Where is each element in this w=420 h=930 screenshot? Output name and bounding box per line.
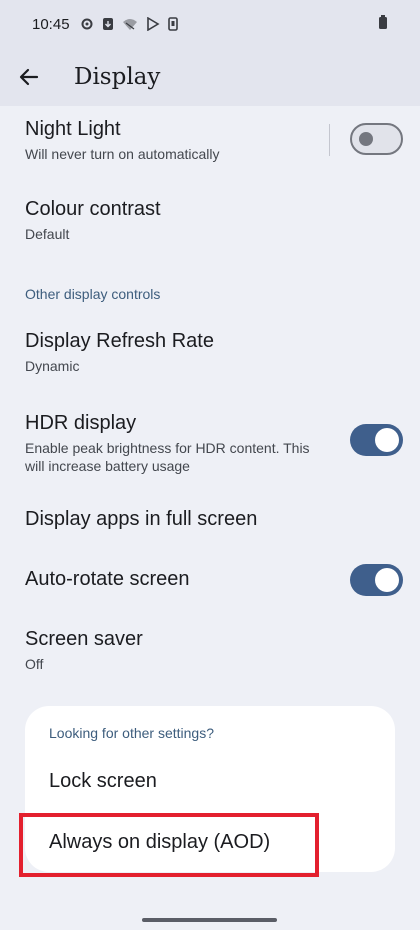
screen-saver-title: Screen saver bbox=[25, 628, 143, 650]
status-time: 10:45 bbox=[32, 15, 70, 33]
toggle-knob bbox=[375, 568, 399, 592]
refresh-rate-title: Display Refresh Rate bbox=[25, 330, 214, 352]
highlight-box bbox=[19, 813, 319, 877]
screen-saver-subtitle: Off bbox=[25, 656, 44, 672]
full-screen-title: Display apps in full screen bbox=[25, 508, 258, 530]
status-icons bbox=[80, 17, 178, 31]
download-icon bbox=[102, 17, 114, 31]
colour-contrast-subtitle: Default bbox=[25, 226, 70, 242]
night-light-row[interactable]: Night Light Will never turn on automatic… bbox=[0, 106, 420, 186]
back-arrow-icon bbox=[19, 68, 39, 86]
lock-screen-link[interactable]: Lock screen bbox=[49, 770, 157, 793]
refresh-rate-subtitle: Dynamic bbox=[25, 358, 80, 374]
hdr-display-title: HDR display bbox=[25, 412, 137, 434]
auto-rotate-title: Auto-rotate screen bbox=[25, 568, 190, 590]
toggle-knob bbox=[359, 132, 373, 146]
night-light-subtitle: Will never turn on automatically bbox=[25, 146, 220, 162]
screen-saver-row[interactable]: Screen saver Off bbox=[0, 616, 420, 686]
night-light-title: Night Light bbox=[25, 118, 121, 140]
other-settings-header: Looking for other settings? bbox=[49, 725, 214, 741]
wifi-icon bbox=[122, 18, 138, 31]
hdr-display-row[interactable]: HDR display Enable peak brightness for H… bbox=[0, 400, 420, 480]
auto-rotate-row[interactable]: Auto-rotate screen bbox=[0, 556, 420, 606]
toggle-knob bbox=[375, 428, 399, 452]
app-bar: Display bbox=[0, 48, 420, 106]
section-header: Other display controls bbox=[25, 286, 161, 302]
page-title: Display bbox=[74, 64, 161, 90]
auto-rotate-toggle[interactable] bbox=[350, 564, 403, 596]
full-screen-row[interactable]: Display apps in full screen bbox=[0, 496, 420, 546]
night-light-toggle[interactable] bbox=[350, 123, 403, 155]
refresh-rate-row[interactable]: Display Refresh Rate Dynamic bbox=[0, 318, 420, 390]
play-store-icon bbox=[146, 17, 160, 31]
settings-gear-icon bbox=[80, 17, 94, 31]
status-bar: 10:45 bbox=[0, 0, 420, 48]
hdr-display-toggle[interactable] bbox=[350, 424, 403, 456]
navigation-handle[interactable] bbox=[142, 918, 277, 922]
hdr-display-subtitle: Enable peak brightness for HDR content. … bbox=[25, 440, 310, 474]
divider bbox=[329, 124, 330, 156]
colour-contrast-title: Colour contrast bbox=[25, 198, 161, 220]
settings-list: Night Light Will never turn on automatic… bbox=[0, 106, 420, 930]
phone-icon bbox=[167, 17, 178, 31]
battery-icon bbox=[378, 14, 388, 34]
back-button[interactable] bbox=[1, 48, 57, 106]
colour-contrast-row[interactable]: Colour contrast Default bbox=[0, 186, 420, 262]
